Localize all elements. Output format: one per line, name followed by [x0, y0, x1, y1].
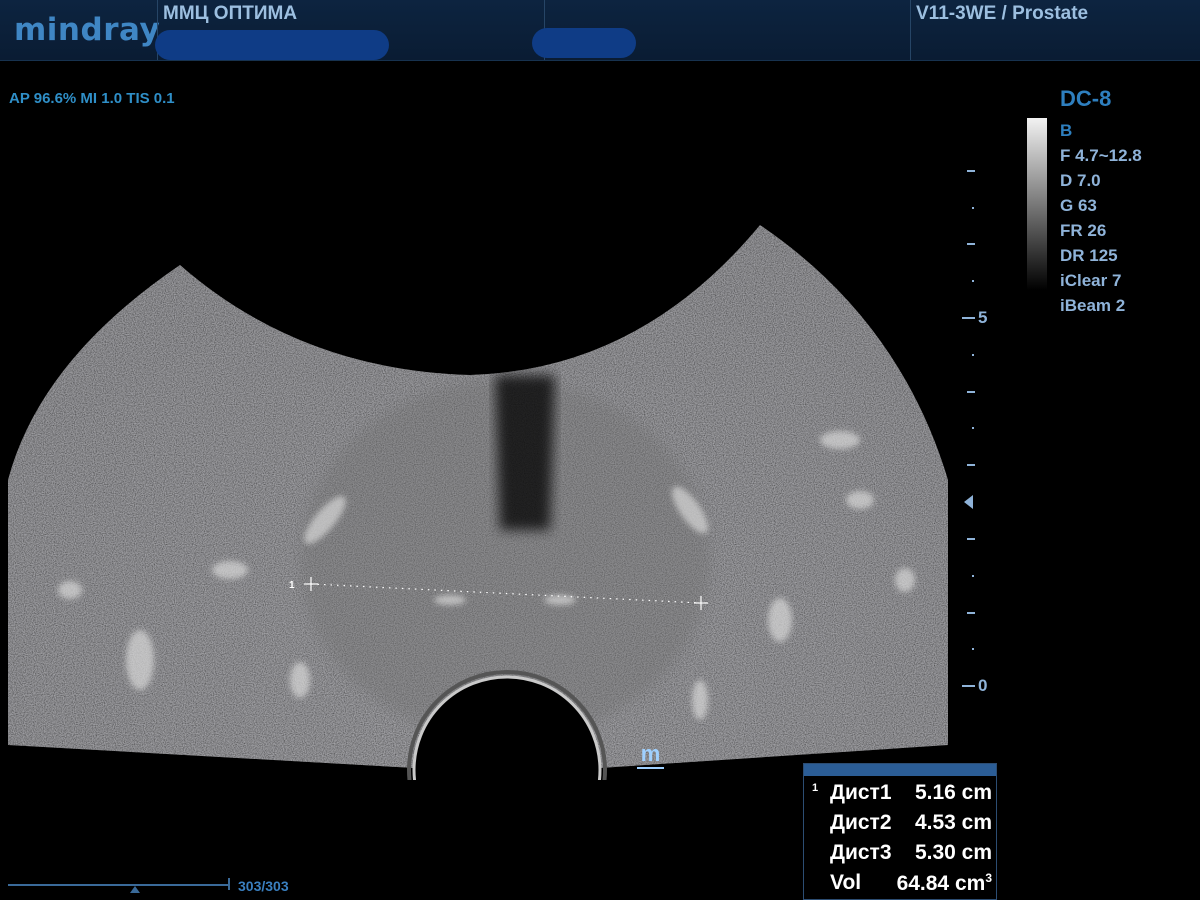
hospital-name: ММЦ ОПТИМА: [163, 3, 298, 24]
result-value: 5.16 cm: [914, 781, 992, 804]
result-label: Дист3: [830, 841, 892, 864]
depth-label-5: 5: [978, 308, 988, 327]
header-divider: [910, 0, 911, 60]
top-header-bar: mindray ММЦ ОПТИМА V11-3WE / Prostate: [0, 0, 1200, 61]
focus-position-icon[interactable]: [964, 495, 973, 509]
param-depth: D 7.0: [1060, 171, 1101, 190]
brand-logo: mindray: [14, 12, 161, 48]
probe-preset-label: V11-3WE / Prostate: [916, 3, 1089, 24]
depth-label-0: 0: [978, 676, 988, 695]
param-frequency: F 4.7~12.8: [1060, 146, 1142, 165]
imaging-parameters: B F 4.7~12.8 D 7.0 G 63 FR 26 DR 125 iCl…: [1060, 118, 1142, 318]
param-ibeam: iBeam 2: [1060, 296, 1126, 315]
result-label: Дист1: [830, 781, 892, 804]
result-row: Vol 64.84 cm3: [804, 866, 996, 896]
result-value: 64.84 cm3: [897, 871, 992, 896]
result-label: Дист2: [830, 811, 892, 834]
ultrasound-image[interactable]: 1: [0, 60, 1000, 780]
cine-playhead-icon[interactable]: [130, 886, 140, 893]
volume-unit-exponent: 3: [985, 871, 992, 885]
result-row: Дист3 5.30 cm: [804, 836, 996, 866]
result-label: Vol: [830, 871, 862, 894]
measurement-results-panel[interactable]: 1 Дист1 5.16 cm Дист2 4.53 cm Дист3 5.30…: [803, 763, 997, 900]
result-value: 4.53 cm: [914, 811, 992, 834]
results-header-bar: [804, 764, 996, 776]
param-dynamic-range: DR 125: [1060, 246, 1118, 265]
result-row: Дист2 4.53 cm: [804, 806, 996, 836]
grayscale-bar: [1027, 118, 1047, 290]
result-row: 1 Дист1 5.16 cm: [804, 776, 996, 806]
param-gain: G 63: [1060, 196, 1097, 215]
exam-preset-code: DC-8: [1060, 86, 1112, 111]
param-frame-rate: FR 26: [1060, 221, 1107, 240]
param-iclear: iClear 7: [1060, 271, 1122, 290]
redacted-patient-name: [155, 30, 389, 60]
cine-frame-counter: 303/303: [238, 878, 289, 894]
cine-end-tick: [228, 878, 230, 890]
orientation-marker-icon: m: [637, 743, 664, 769]
depth-scale: [962, 170, 975, 687]
caliper-index-label: 1: [289, 580, 295, 591]
redacted-patient-id: [532, 28, 636, 58]
imaging-mode: B: [1060, 121, 1073, 140]
result-index: 1: [812, 782, 819, 794]
volume-value: 64.84 cm: [896, 872, 986, 895]
cine-progress-bar[interactable]: [8, 884, 230, 886]
result-value: 5.30 cm: [914, 841, 992, 864]
